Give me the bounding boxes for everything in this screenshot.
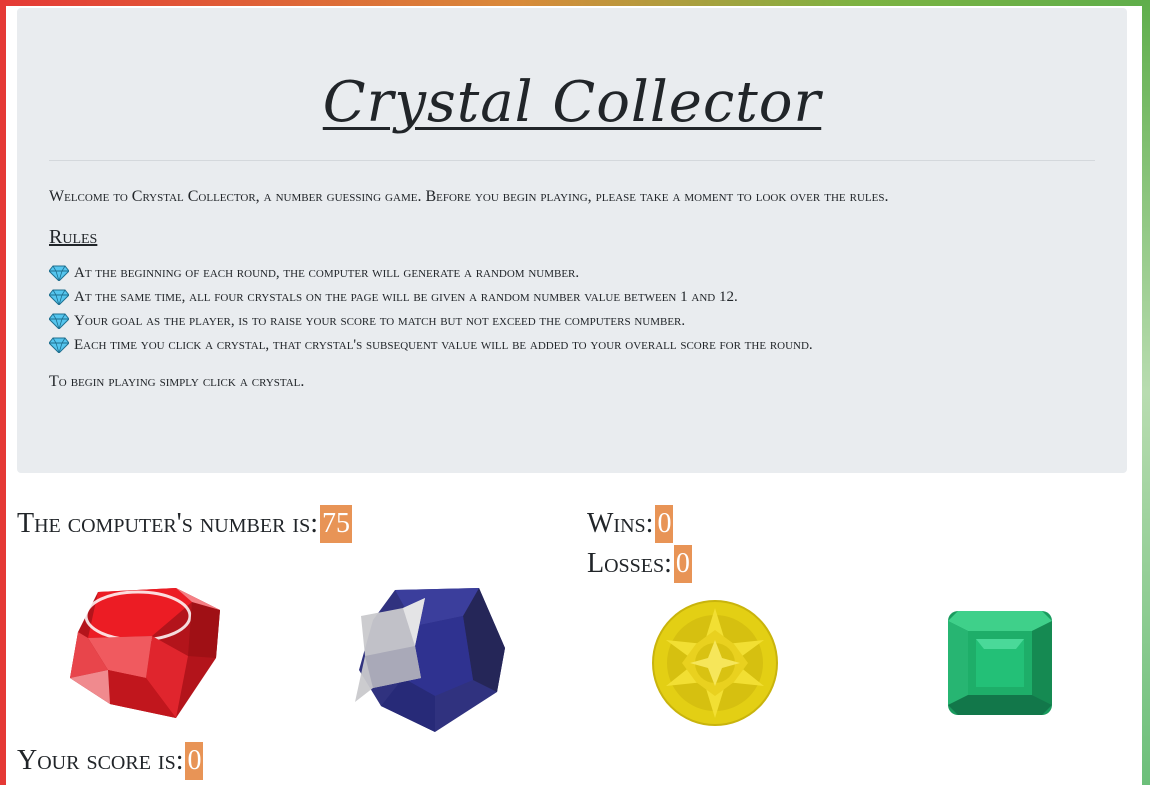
intro-panel: Crystal Collector Welcome to Crystal Col… bbox=[17, 8, 1127, 473]
gem-bullet-icon bbox=[49, 337, 69, 353]
wins-counter: Wins: 0 bbox=[587, 505, 674, 543]
rule-item: At the beginning of each round, the comp… bbox=[49, 261, 813, 285]
ruby-crystal-icon[interactable] bbox=[68, 586, 222, 720]
rule-text: At the beginning of each round, the comp… bbox=[74, 265, 580, 281]
gem-bullet-icon bbox=[49, 313, 69, 329]
rule-text: Each time you click a crystal, that crys… bbox=[74, 337, 813, 353]
rules-heading: Rules bbox=[49, 226, 98, 248]
score-value: 0 bbox=[185, 742, 204, 780]
gem-bullet-icon bbox=[49, 265, 69, 281]
page-title: Crystal Collector bbox=[322, 70, 822, 135]
emerald-crystal-icon[interactable] bbox=[946, 609, 1054, 717]
wins-value: 0 bbox=[655, 505, 674, 543]
losses-label: Losses: bbox=[587, 548, 672, 579]
top-border bbox=[0, 0, 1150, 6]
computer-number: The computer's number is: 75 bbox=[17, 505, 352, 543]
wins-label: Wins: bbox=[587, 508, 654, 539]
sapphire-crystal-icon[interactable] bbox=[355, 586, 507, 732]
rule-text: Your goal as the player, is to raise you… bbox=[74, 313, 686, 329]
intro-text: Welcome to Crystal Collector, a number g… bbox=[49, 188, 889, 205]
right-border bbox=[1142, 0, 1150, 785]
rule-item: At the same time, all four crystals on t… bbox=[49, 285, 813, 309]
score-label: Your score is: bbox=[17, 745, 184, 776]
left-border bbox=[0, 0, 6, 785]
divider bbox=[49, 160, 1095, 161]
losses-value: 0 bbox=[673, 545, 692, 583]
losses-counter: Losses: 0 bbox=[587, 545, 692, 583]
yellow-crystal-icon[interactable] bbox=[652, 600, 778, 726]
outro-text: To begin playing simply click a crystal. bbox=[49, 373, 305, 390]
rules-list: At the beginning of each round, the comp… bbox=[49, 261, 813, 357]
rule-item: Your goal as the player, is to raise you… bbox=[49, 309, 813, 333]
rule-item: Each time you click a crystal, that crys… bbox=[49, 333, 813, 357]
score-display: Your score is: 0 bbox=[17, 742, 204, 780]
gem-bullet-icon bbox=[49, 289, 69, 305]
rule-text: At the same time, all four crystals on t… bbox=[74, 289, 738, 305]
computer-number-value: 75 bbox=[319, 505, 352, 543]
computer-number-label: The computer's number is: bbox=[17, 508, 318, 539]
